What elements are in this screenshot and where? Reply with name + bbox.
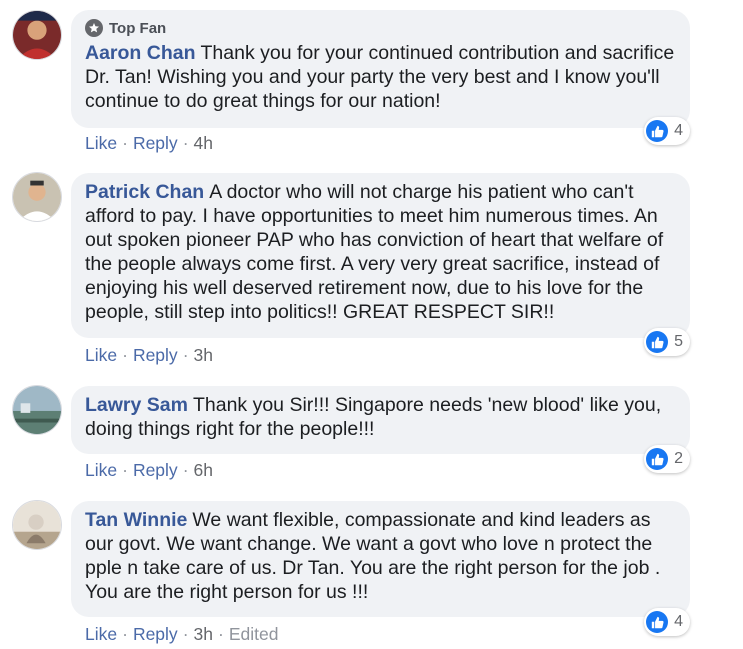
comment-author[interactable]: Tan Winnie [85,509,187,531]
comment-author[interactable]: Aaron Chan [85,42,196,64]
like-button[interactable]: Like [85,624,117,645]
comment-text: Lawry Sam Thank you Sir!!! Singapore need… [85,393,676,441]
comment-text: Tan Winnie We want flexible, compassionat… [85,508,676,604]
comment-bubble: Tan Winnie We want flexible, compassionat… [71,501,690,617]
separator: · [217,624,224,644]
comment-actions: Like · Reply · 3h · Edited [85,624,278,645]
reaction-count: 4 [674,122,683,139]
avatar[interactable] [12,385,62,435]
comment-bubble: Top Fan Aaron Chan Thank you for your con… [71,10,690,128]
like-button[interactable]: Like [85,133,117,154]
reply-button[interactable]: Reply [133,460,178,481]
star-icon [85,19,103,37]
reaction-summary[interactable]: 5 [644,328,690,356]
avatar[interactable] [12,172,62,222]
timestamp[interactable]: 3h [194,345,213,366]
timestamp[interactable]: 4h [194,133,213,154]
separator: · [182,624,189,644]
reply-button[interactable]: Reply [133,133,178,154]
separator: · [122,460,128,480]
thumbs-up-icon [646,611,669,633]
badge-label: Top Fan [109,19,167,37]
reaction-summary[interactable]: 4 [644,117,690,145]
top-fan-badge: Top Fan [85,18,676,38]
separator: · [182,133,189,153]
reaction-summary[interactable]: 4 [644,608,690,636]
separator: · [122,345,128,365]
separator: · [122,133,128,153]
comment-bubble: Patrick Chan A doctor who will not charge… [71,173,690,338]
reaction-count: 5 [674,333,683,350]
comment-author[interactable]: Lawry Sam [85,394,188,416]
reaction-summary[interactable]: 2 [644,445,690,473]
thumbs-up-icon [646,331,669,353]
reaction-count: 4 [674,613,683,630]
timestamp[interactable]: 6h [194,460,213,481]
edited-label[interactable]: Edited [229,624,279,645]
separator: · [182,460,189,480]
avatar[interactable] [12,500,62,550]
separator: · [182,345,189,365]
thumbs-up-icon [646,120,669,142]
comment-text: Patrick Chan A doctor who will not charge… [85,180,676,324]
comment-text: Aaron Chan Thank you for your continued c… [85,41,676,113]
comment-bubble: Lawry Sam Thank you Sir!!! Singapore need… [71,386,690,454]
reply-button[interactable]: Reply [133,345,178,366]
like-button[interactable]: Like [85,345,117,366]
thumbs-up-icon [646,448,669,470]
like-button[interactable]: Like [85,460,117,481]
reply-button[interactable]: Reply [133,624,178,645]
avatar[interactable] [12,10,62,60]
separator: · [122,624,128,644]
comment-author[interactable]: Patrick Chan [85,181,204,203]
reaction-count: 2 [674,450,683,467]
comment-actions: Like · Reply · 3h [85,345,213,366]
comment-actions: Like · Reply · 6h [85,460,213,481]
comment-actions: Like · Reply · 4h [85,133,213,154]
timestamp[interactable]: 3h [194,624,213,645]
